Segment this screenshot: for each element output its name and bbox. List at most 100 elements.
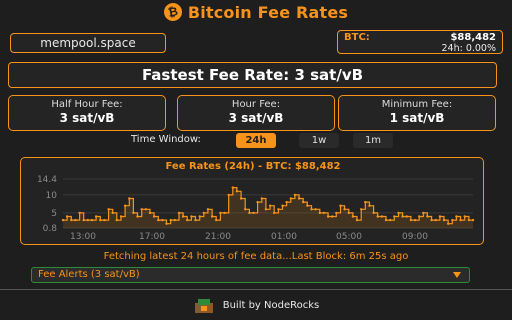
fee-data-point: [314, 208, 317, 211]
fee-data-point: [372, 211, 375, 215]
fastest-fee-rate: Fastest Fee Rate: 3 sat/vB: [8, 62, 497, 88]
fee-data-point: [244, 208, 247, 211]
fee-data-point: [268, 204, 272, 207]
fee-data-point: [438, 215, 442, 218]
fee-data-point: [260, 197, 263, 200]
fee-data-point: [376, 215, 379, 218]
fee-data-point: [418, 215, 421, 218]
fee-data-point: [293, 193, 297, 197]
fee-data-point: [447, 222, 450, 225]
fee-data-point: [248, 211, 251, 215]
fee-data-point: [451, 218, 454, 222]
fee-data-point: [351, 215, 355, 218]
fee-data-point: [165, 222, 168, 225]
btc-price-value: $88,482: [450, 32, 496, 43]
footer-text[interactable]: Built by NodeRocks: [223, 300, 320, 311]
fee-data-point: [82, 218, 85, 222]
fee-data-point: [239, 197, 243, 200]
fee-data-point: [65, 215, 69, 218]
fee-data-point: [152, 215, 156, 218]
time-window-label: Time Window:: [131, 134, 201, 145]
x-tick-label: 17:00: [139, 232, 165, 242]
fee-data-point: [384, 218, 388, 222]
y-tick-label: 5: [51, 209, 57, 219]
fee-data-point: [463, 215, 466, 218]
fee-data-point: [380, 215, 384, 218]
fee-data-point: [397, 211, 400, 215]
fee-data-point: [173, 218, 176, 222]
fee-data-point: [339, 204, 342, 207]
fee-alerts-label: Fee Alerts (3 sat/vB): [38, 269, 140, 280]
chevron-down-icon: [453, 272, 461, 278]
fee-data-point: [256, 200, 259, 204]
fee-data-point: [94, 215, 98, 218]
btc-price-box: BTC: $88,482 24h: 0.00%: [337, 30, 503, 54]
data-source-selector[interactable]: mempool.space: [10, 33, 166, 53]
fee-data-point: [405, 215, 408, 218]
fee-data-point: [264, 208, 268, 211]
fee-data-point: [99, 218, 102, 222]
fee-data-point: [219, 211, 222, 215]
fee-data-point: [360, 208, 363, 211]
fee-data-point: [335, 211, 338, 215]
time-window-1w-button[interactable]: 1w: [299, 133, 339, 148]
fee-data-point: [169, 218, 172, 222]
fee-data-point: [281, 204, 284, 207]
y-tick-label: 0.8: [43, 224, 58, 234]
hour-fee-label: Hour Fee:: [231, 99, 281, 110]
y-tick-label: 10: [46, 191, 58, 201]
fee-data-point: [297, 197, 301, 200]
fee-data-point: [202, 211, 205, 215]
btc-price-change: 24h: 0.00%: [441, 43, 496, 54]
hour-fee-card: Hour Fee: 3 sat/vB: [177, 95, 335, 131]
x-tick-label: 01:00: [271, 232, 297, 242]
fee-data-point: [318, 211, 321, 215]
fee-data-point: [198, 215, 201, 218]
fee-data-point: [389, 218, 392, 222]
fee-data-point: [231, 186, 234, 189]
fee-data-point: [422, 211, 425, 215]
status-text: Fetching latest 24 hours of fee data...L…: [103, 251, 409, 262]
fee-chart: Fee Rates (24h) - BTC: $88,482 14.4 10 5 0.…: [20, 157, 484, 245]
fee-data-point: [119, 215, 123, 218]
fee-data-point: [252, 211, 255, 215]
fee-data-point: [455, 215, 458, 218]
fee-data-point: [103, 218, 106, 222]
fee-data-point: [331, 215, 334, 218]
fee-data-point: [86, 218, 90, 222]
fee-data-point: [132, 211, 135, 215]
minimum-fee-value: 1 sat/vB: [389, 111, 445, 125]
fee-data-point: [289, 197, 292, 200]
x-tick-label: 05:00: [336, 232, 362, 242]
fee-data-point: [157, 218, 160, 222]
y-tick-label: 14.4: [37, 175, 57, 185]
fee-data-point: [434, 218, 437, 222]
fee-data-point: [194, 218, 197, 222]
fee-data-point: [347, 211, 350, 215]
fee-data-point: [78, 211, 81, 215]
fee-data-point: [70, 218, 73, 222]
bitcoin-icon: ₿: [162, 1, 184, 23]
fee-data-point: [393, 215, 396, 218]
fee-data-point: [227, 193, 230, 197]
fee-data-point: [181, 215, 185, 218]
fee-data-point: [343, 208, 346, 211]
fee-data-point: [90, 218, 94, 222]
fee-alerts-dropdown[interactable]: Fee Alerts (3 sat/vB): [31, 267, 470, 283]
time-window-1m-button[interactable]: 1m: [353, 133, 393, 148]
fee-data-point: [206, 208, 210, 211]
fee-data-point: [61, 218, 65, 222]
fee-data-point: [215, 218, 218, 222]
fee-data-point: [123, 204, 127, 207]
time-window-24h-button[interactable]: 24h: [236, 133, 276, 148]
fee-data-point: [111, 211, 114, 215]
minimum-fee-label: Minimum Fee:: [381, 99, 453, 110]
app-header: ₿ Bitcoin Fee Rates: [0, 0, 512, 24]
footer-divider: [0, 289, 512, 290]
fee-data-point: [368, 204, 371, 207]
fee-data-point: [186, 218, 189, 222]
minimum-fee-card: Minimum Fee: 1 sat/vB: [338, 95, 496, 131]
noderocks-logo-icon: [194, 299, 213, 313]
fee-data-point: [426, 215, 429, 218]
fee-data-point: [302, 200, 305, 204]
